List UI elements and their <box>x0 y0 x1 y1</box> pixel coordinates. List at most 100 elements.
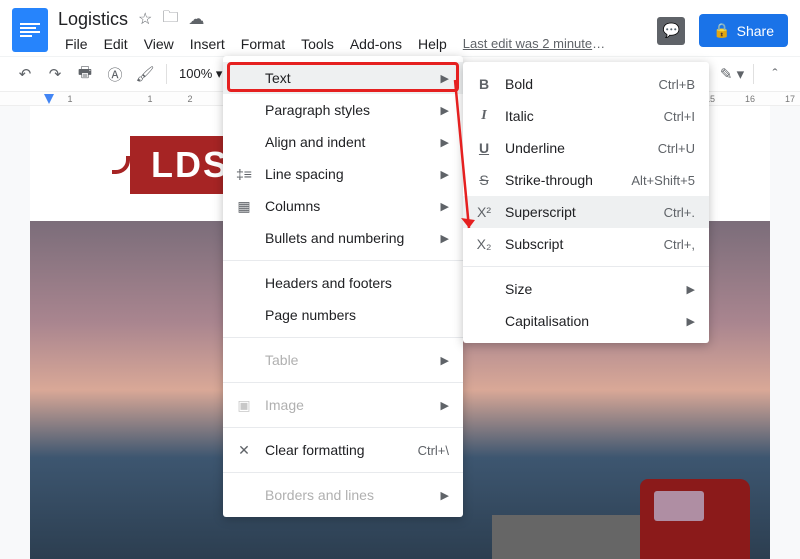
menu-item-label: Image <box>265 397 431 413</box>
format-item-paragraph-styles[interactable]: Paragraph styles ▶ <box>223 94 463 126</box>
hide-menus-button[interactable]: ˆ <box>762 61 788 87</box>
bold-icon: B <box>473 76 495 92</box>
menu-file[interactable]: File <box>58 32 95 56</box>
submenu-arrow-icon: ▶ <box>441 354 449 367</box>
format-item-headers-and-footers[interactable]: Headers and footers <box>223 267 463 299</box>
menu-item-label: Capitalisation <box>505 313 677 329</box>
menu-item-label: Bold <box>505 76 649 92</box>
clear-formatting-icon: ✕ <box>233 442 255 459</box>
italic-icon: I <box>473 108 495 124</box>
share-button[interactable]: 🔒 Share <box>699 14 788 47</box>
print-button[interactable]: 🖶 <box>72 61 98 87</box>
menu-item-label: Italic <box>505 108 654 124</box>
format-item-columns[interactable]: ▦Columns▶ <box>223 190 463 222</box>
cloud-status-icon[interactable]: ☁ <box>188 9 204 29</box>
menu-item-label: Align and indent <box>265 134 431 150</box>
menu-item-label: Subscript <box>505 236 654 252</box>
strike-through-icon: S <box>473 172 495 188</box>
menu-shortcut: Ctrl+I <box>664 109 695 124</box>
lock-icon: 🔒 <box>713 22 730 39</box>
submenu-arrow-icon: ▶ <box>441 399 449 412</box>
menu-item-label: Clear formatting <box>265 442 408 458</box>
comments-icon[interactable]: 💬 <box>657 17 685 45</box>
menu-shortcut: Ctrl+. <box>664 205 695 220</box>
menu-item-label: Underline <box>505 140 648 156</box>
toolbar-separator <box>166 64 167 84</box>
star-icon[interactable]: ☆ <box>138 9 152 29</box>
text-item-underline[interactable]: UUnderlineCtrl+U <box>463 132 709 164</box>
menu-item-label: Line spacing <box>265 166 431 182</box>
format-item-image: ▣Image▶ <box>223 389 463 421</box>
share-label: Share <box>737 23 774 39</box>
menu-item-label: Text <box>265 70 431 86</box>
ruler-tick: 2 <box>170 94 210 104</box>
menubar: File Edit View Insert Format Tools Add-o… <box>58 32 657 56</box>
text-submenu: BBoldCtrl+BIItalicCtrl+IUUnderlineCtrl+U… <box>463 62 709 343</box>
format-item-borders-and-lines: Borders and lines ▶ <box>223 479 463 511</box>
submenu-arrow-icon: ▶ <box>441 168 449 181</box>
format-dropdown: Text▶Paragraph styles▶Align and indent▶‡… <box>223 56 463 517</box>
submenu-arrow-icon: ▶ <box>687 315 695 328</box>
move-icon[interactable]: 🗀 <box>162 6 178 33</box>
format-item-bullets-and-numbering[interactable]: Bullets and numbering ▶ <box>223 222 463 254</box>
menu-item-label: Bullets and numbering <box>265 230 431 246</box>
menu-separator <box>223 427 463 428</box>
last-edit-link[interactable]: Last edit was 2 minutes … <box>456 32 616 56</box>
menu-item-label: Paragraph styles <box>265 102 431 118</box>
menu-item-label: Borders and lines <box>265 487 431 503</box>
superscript-icon: X² <box>473 204 495 220</box>
ruler-tick: 17 <box>770 94 800 104</box>
text-item-strike-through[interactable]: SStrike-throughAlt+Shift+5 <box>463 164 709 196</box>
menu-shortcut: Alt+Shift+5 <box>631 173 695 188</box>
zoom-select[interactable]: 100% ▾ <box>175 66 226 82</box>
submenu-arrow-icon: ▶ <box>441 489 449 502</box>
text-item-capitalisation[interactable]: Capitalisation ▶ <box>463 305 709 337</box>
menu-insert[interactable]: Insert <box>183 32 232 56</box>
format-item-line-spacing[interactable]: ‡≡ Line spacing ▶ <box>223 158 463 190</box>
menu-item-label: Table <box>265 352 431 368</box>
document-title[interactable]: Logistics <box>58 9 128 30</box>
format-item-clear-formatting[interactable]: ✕ Clear formatting Ctrl+\ <box>223 434 463 466</box>
submenu-arrow-icon: ▶ <box>441 200 449 213</box>
format-item-text[interactable]: Text▶ <box>223 62 463 94</box>
menu-shortcut: Ctrl+\ <box>418 443 449 458</box>
subscript-icon: X₂ <box>473 236 495 252</box>
format-item-align-and-indent[interactable]: Align and indent ▶ <box>223 126 463 158</box>
menu-separator <box>223 382 463 383</box>
docs-logo[interactable] <box>12 8 48 52</box>
submenu-arrow-icon: ▶ <box>441 232 449 245</box>
menu-separator <box>463 266 709 267</box>
columns-icon: ▦ <box>233 198 255 215</box>
menu-help[interactable]: Help <box>411 32 454 56</box>
menu-item-label: Headers and footers <box>265 275 449 291</box>
truck-graphic <box>490 469 750 559</box>
menu-item-label: Size <box>505 281 677 297</box>
submenu-arrow-icon: ▶ <box>441 104 449 117</box>
menu-addons[interactable]: Add-ons <box>343 32 409 56</box>
menu-separator <box>223 337 463 338</box>
redo-button[interactable]: ↷ <box>42 61 68 87</box>
text-item-italic[interactable]: I Italic Ctrl+I <box>463 100 709 132</box>
text-item-superscript[interactable]: X² Superscript Ctrl+. <box>463 196 709 228</box>
spellcheck-button[interactable]: Ⓐ <box>102 61 128 87</box>
toolbar-separator <box>753 64 754 84</box>
menu-shortcut: Ctrl+U <box>658 141 695 156</box>
menu-tools[interactable]: Tools <box>294 32 341 56</box>
menu-edit[interactable]: Edit <box>97 32 135 56</box>
menu-format[interactable]: Format <box>234 32 292 56</box>
text-item-bold[interactable]: BBoldCtrl+B <box>463 68 709 100</box>
menu-separator <box>223 472 463 473</box>
menu-view[interactable]: View <box>137 32 181 56</box>
format-item-page-numbers[interactable]: Page numbers <box>223 299 463 331</box>
submenu-arrow-icon: ▶ <box>687 283 695 296</box>
paint-format-button[interactable]: 🖌 <box>132 61 158 87</box>
text-item-subscript[interactable]: X₂SubscriptCtrl+, <box>463 228 709 260</box>
text-item-size[interactable]: Size ▶ <box>463 273 709 305</box>
editing-mode-button[interactable]: ✎ ▾ <box>719 61 745 87</box>
ruler-tick: 1 <box>130 94 170 104</box>
menu-item-label: Superscript <box>505 204 654 220</box>
undo-button[interactable]: ↶ <box>12 61 38 87</box>
app-header: Logistics ☆ 🗀 ☁ File Edit View Insert Fo… <box>0 0 800 56</box>
line-spacing-icon: ‡≡ <box>233 166 255 182</box>
submenu-arrow-icon: ▶ <box>441 136 449 149</box>
